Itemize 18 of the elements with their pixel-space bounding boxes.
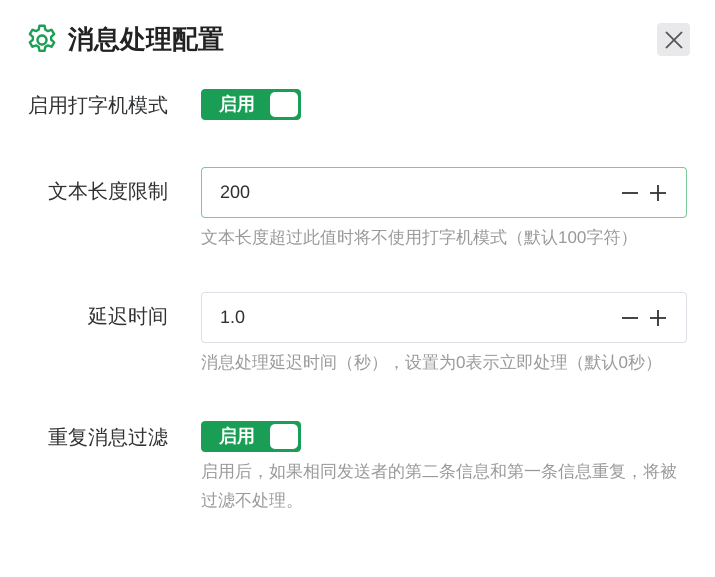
hint-text: 消息处理延迟时间（秒），设置为0表示立即处理（默认0秒） — [201, 352, 663, 374]
field-label: 延迟时间 — [87, 305, 168, 330]
field-label: 文本长度限制 — [47, 180, 168, 205]
number-input[interactable]: 200 — [201, 167, 687, 218]
hint-text: 启用后，如果相同发送者的第二条信息和第一条信息重复，将被过滤不处理。 — [201, 461, 678, 512]
close-button[interactable] — [657, 23, 690, 56]
close-icon — [664, 30, 684, 50]
value-input[interactable]: 1.0 — [220, 304, 616, 331]
value-input[interactable]: 200 — [220, 179, 616, 206]
plus-icon — [649, 184, 667, 202]
field-label: 重复消息过滤 — [47, 426, 168, 451]
number-input[interactable]: 1.0 — [201, 292, 687, 343]
plus-icon — [649, 308, 667, 326]
hint-text: 文本长度超过此值时将不使用打字机模式（默认100字符） — [201, 227, 638, 249]
minus-icon — [621, 316, 639, 318]
minus-icon — [621, 192, 639, 194]
field-label: 启用打字机模式 — [27, 94, 168, 119]
dialog-title: 消息处理配置 — [68, 23, 224, 56]
